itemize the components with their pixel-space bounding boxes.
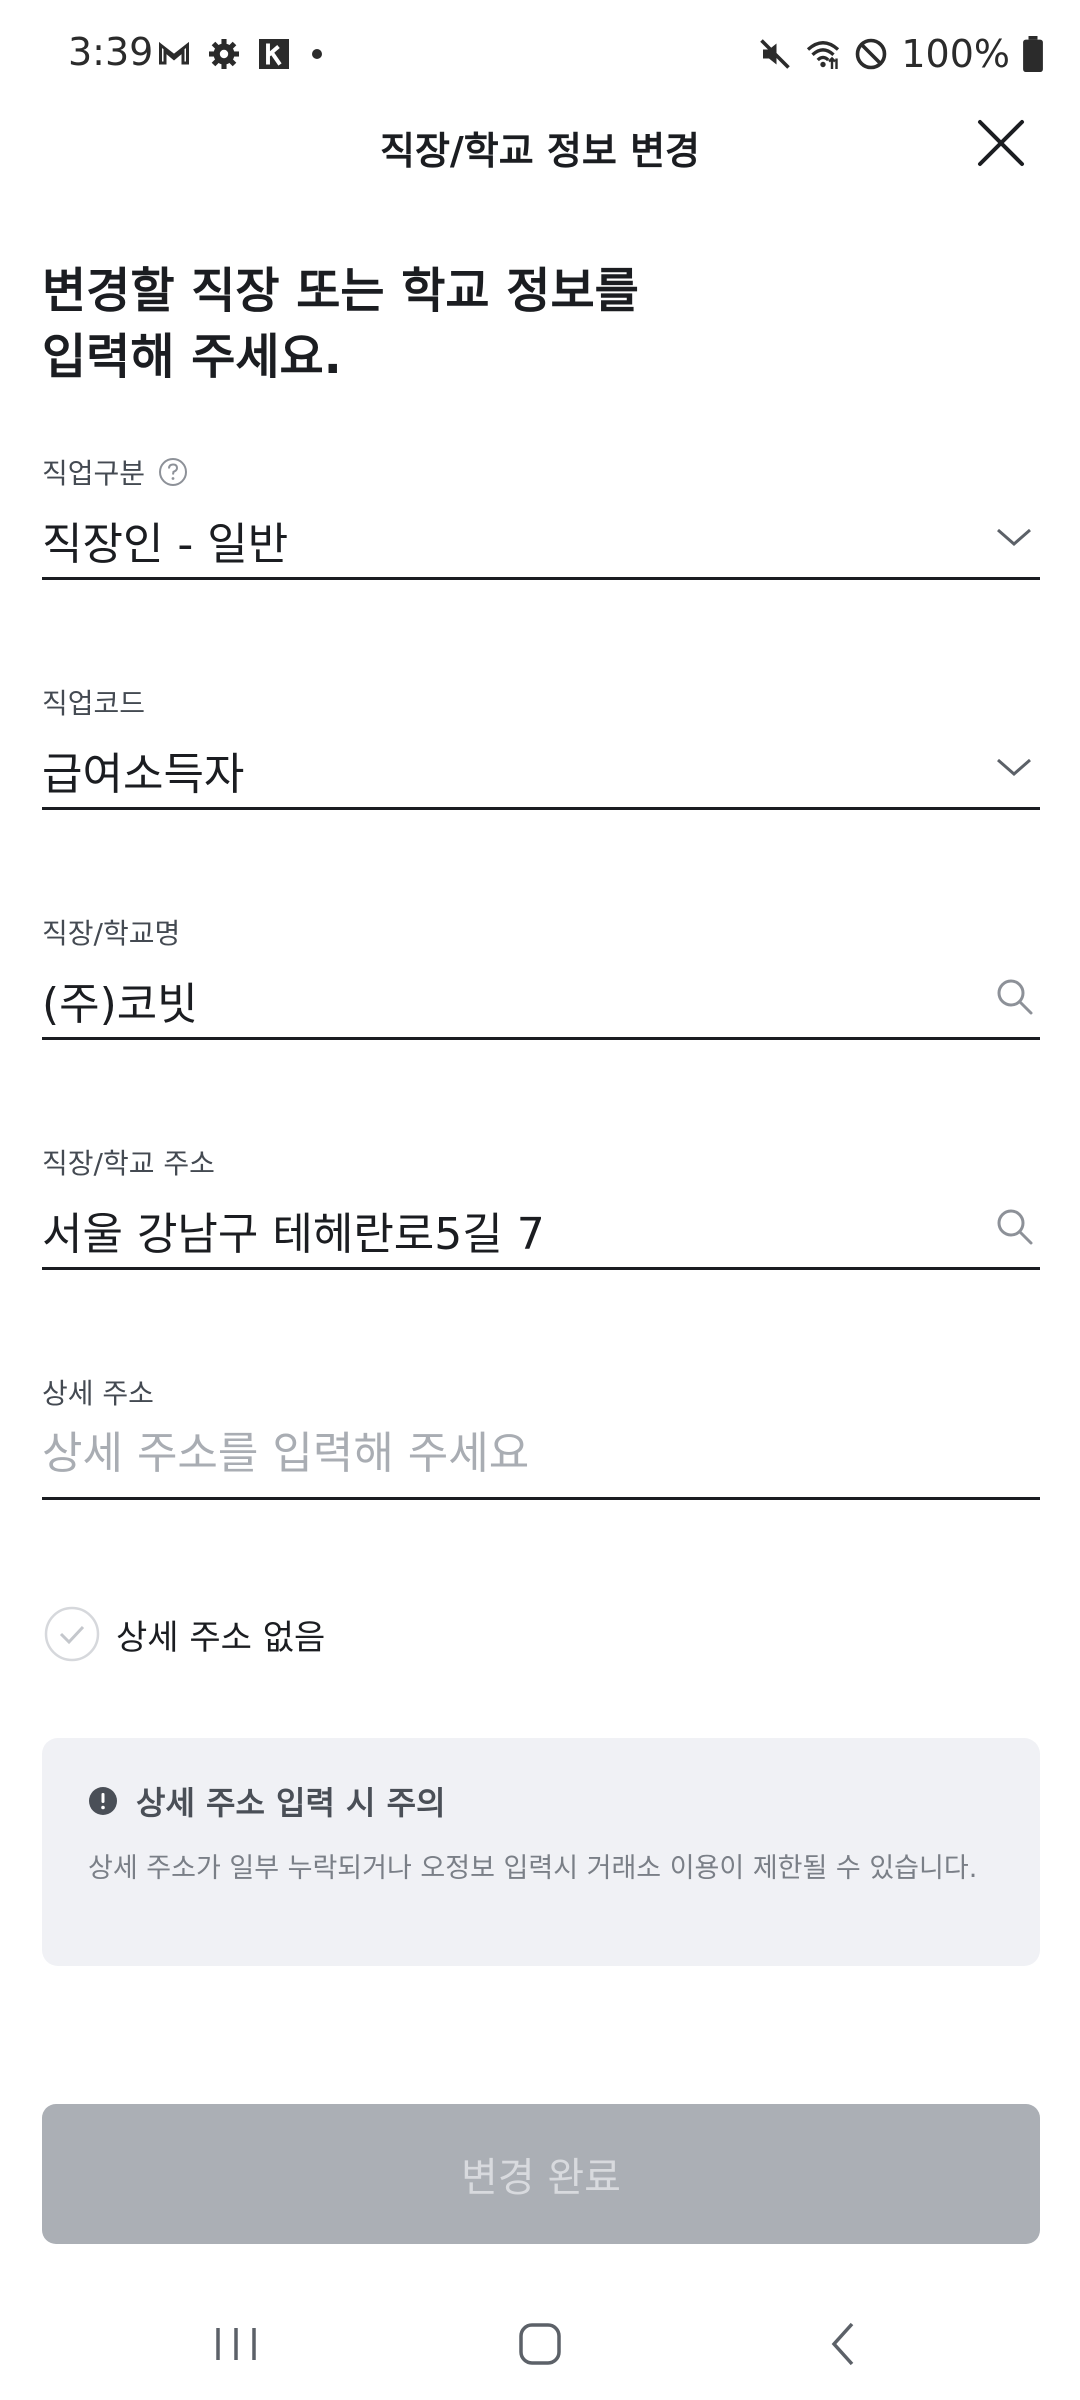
submit-button[interactable]: 변경 완료 <box>42 2104 1040 2244</box>
field-underline <box>42 807 1040 810</box>
recent-apps-icon[interactable] <box>196 2312 276 2376</box>
chevron-down-icon[interactable] <box>992 744 1036 788</box>
workplace-address-value[interactable]: 서울 강남구 테헤란로5길 7 <box>42 1198 942 1262</box>
status-bar: 3:39 100% <box>0 0 1080 110</box>
field-underline <box>42 1037 1040 1040</box>
notification-dot <box>312 49 322 59</box>
header: 직장/학교 정보 변경 <box>0 110 1080 190</box>
field-underline <box>42 1267 1040 1270</box>
status-right-icons: 100% <box>757 32 1044 76</box>
system-nav-bar <box>0 2290 1080 2400</box>
heading-line-2: 입력해 주세요. <box>42 329 342 385</box>
search-icon[interactable] <box>992 974 1036 1018</box>
k-app-icon <box>259 39 289 69</box>
chevron-down-icon[interactable] <box>992 514 1036 558</box>
settings-icon <box>209 39 239 69</box>
job-code-value: 급여소득자 <box>42 749 245 800</box>
wifi-icon <box>807 41 840 69</box>
gmail-icon <box>159 41 189 65</box>
notice-box: 상세 주소 입력 시 주의 상세 주소가 일부 누락되거나 오정보 입력시 거래… <box>42 1738 1040 1966</box>
status-time: 3:39 <box>68 30 154 74</box>
mute-icon <box>760 39 791 69</box>
back-icon[interactable] <box>804 2312 884 2376</box>
job-code-select[interactable]: 직업코드 급여소득자 <box>42 682 1040 810</box>
close-icon[interactable] <box>972 114 1030 172</box>
battery-percent: 100% <box>901 32 1010 76</box>
instruction-heading: 변경할 직장 또는 학교 정보를 입력해 주세요. <box>42 258 942 390</box>
exclamation-icon <box>89 1787 117 1815</box>
detail-address-input[interactable] <box>42 1428 942 1479</box>
no-detail-address-checkbox[interactable]: 상세 주소 없음 <box>44 1606 325 1662</box>
job-code-label: 직업코드 <box>42 687 146 720</box>
detail-address-field: 상세 주소 <box>42 1372 1040 1500</box>
workplace-name-value[interactable]: (주)코빗 <box>42 968 942 1032</box>
search-icon[interactable] <box>992 1204 1036 1248</box>
do-not-disturb-icon <box>856 38 887 70</box>
check-circle-icon[interactable] <box>44 1606 100 1662</box>
notice-body: 상세 주소가 일부 누락되거나 오정보 입력시 거래소 이용이 제한될 수 있습… <box>88 1853 978 1884</box>
job-type-select[interactable]: 직업구분 직장인 - 일반 <box>42 452 1040 580</box>
battery-icon <box>1023 36 1043 72</box>
job-type-value: 직장인 - 일반 <box>42 519 289 570</box>
page-title: 직장/학교 정보 변경 <box>379 129 701 173</box>
job-type-label: 직업구분 <box>42 457 146 490</box>
notice-title: 상세 주소 입력 시 주의 <box>136 1784 446 1822</box>
no-detail-address-label: 상세 주소 없음 <box>116 1617 326 1658</box>
job-type-label-row: 직업구분 <box>42 452 189 492</box>
notice-title-row: 상세 주소 입력 시 주의 <box>88 1778 446 1824</box>
status-left-icons <box>156 36 322 72</box>
heading-line-1: 변경할 직장 또는 학교 정보를 <box>42 263 639 319</box>
workplace-address-label: 직장/학교 주소 <box>42 1147 215 1180</box>
workplace-name-label: 직장/학교명 <box>42 917 181 950</box>
detail-address-label: 상세 주소 <box>42 1377 154 1410</box>
workplace-name-field[interactable]: 직장/학교명 (주)코빗 <box>42 912 1040 1040</box>
field-underline <box>42 1497 1040 1500</box>
workplace-address-field[interactable]: 직장/학교 주소 서울 강남구 테헤란로5길 7 <box>42 1142 1040 1270</box>
home-icon[interactable] <box>500 2312 580 2376</box>
field-underline <box>42 577 1040 580</box>
help-icon[interactable] <box>157 456 189 488</box>
